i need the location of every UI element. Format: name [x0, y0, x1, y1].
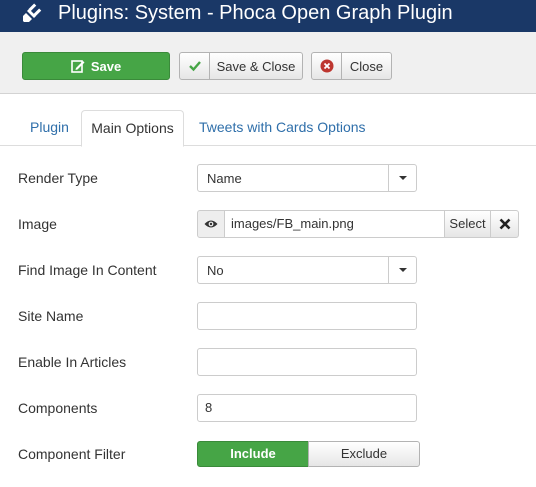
site-name-input[interactable] — [197, 302, 417, 330]
image-path-input[interactable]: images/FB_main.png — [224, 210, 445, 238]
clear-icon[interactable] — [490, 210, 519, 238]
save-close-button[interactable]: Save & Close — [179, 52, 303, 80]
cancel-icon — [312, 53, 342, 79]
edit-icon — [71, 60, 85, 73]
chevron-down-icon — [388, 165, 416, 191]
close-label: Close — [349, 58, 384, 74]
render-type-select[interactable]: Name — [197, 164, 417, 192]
page-title: Plugins: System - Phoca Open Graph Plugi… — [58, 2, 453, 24]
image-media-field: images/FB_main.png Select — [197, 210, 522, 238]
find-image-select[interactable]: No — [197, 256, 417, 284]
components-label: Components — [18, 400, 98, 416]
render-type-value: Name — [207, 171, 242, 186]
eye-icon[interactable] — [197, 210, 225, 238]
image-label: Image — [18, 216, 57, 232]
tab-main-options[interactable]: Main Options — [81, 110, 184, 147]
save-button-label: Save — [90, 58, 122, 74]
save-close-label: Save & Close — [216, 58, 296, 74]
plug-icon — [23, 3, 42, 22]
image-select-button[interactable]: Select — [444, 210, 491, 238]
find-image-value: No — [207, 263, 224, 278]
checkmark-icon — [180, 53, 210, 79]
save-button[interactable]: Save — [22, 52, 170, 80]
components-input[interactable]: 8 — [197, 394, 417, 422]
title-bar: Plugins: System - Phoca Open Graph Plugi… — [0, 0, 536, 32]
enable-in-articles-input[interactable] — [197, 348, 417, 376]
close-button[interactable]: Close — [311, 52, 392, 80]
render-type-label: Render Type — [18, 170, 98, 186]
find-image-label: Find Image In Content — [18, 262, 157, 278]
tab-plugin[interactable]: Plugin — [30, 110, 69, 146]
enable-in-articles-label: Enable In Articles — [18, 354, 127, 370]
chevron-down-icon — [388, 257, 416, 283]
include-option[interactable]: Include — [197, 441, 309, 467]
exclude-option[interactable]: Exclude — [308, 441, 420, 467]
site-name-label: Site Name — [18, 308, 84, 324]
tab-tweets-with-cards-options[interactable]: Tweets with Cards Options — [199, 110, 366, 146]
component-filter-label: Component Filter — [18, 446, 126, 462]
component-filter-toggle: Include Exclude — [197, 441, 420, 467]
toolbar: Save Save & Close Close — [0, 32, 536, 94]
tab-bar: Plugin Main Options Tweets with Cards Op… — [0, 110, 536, 147]
